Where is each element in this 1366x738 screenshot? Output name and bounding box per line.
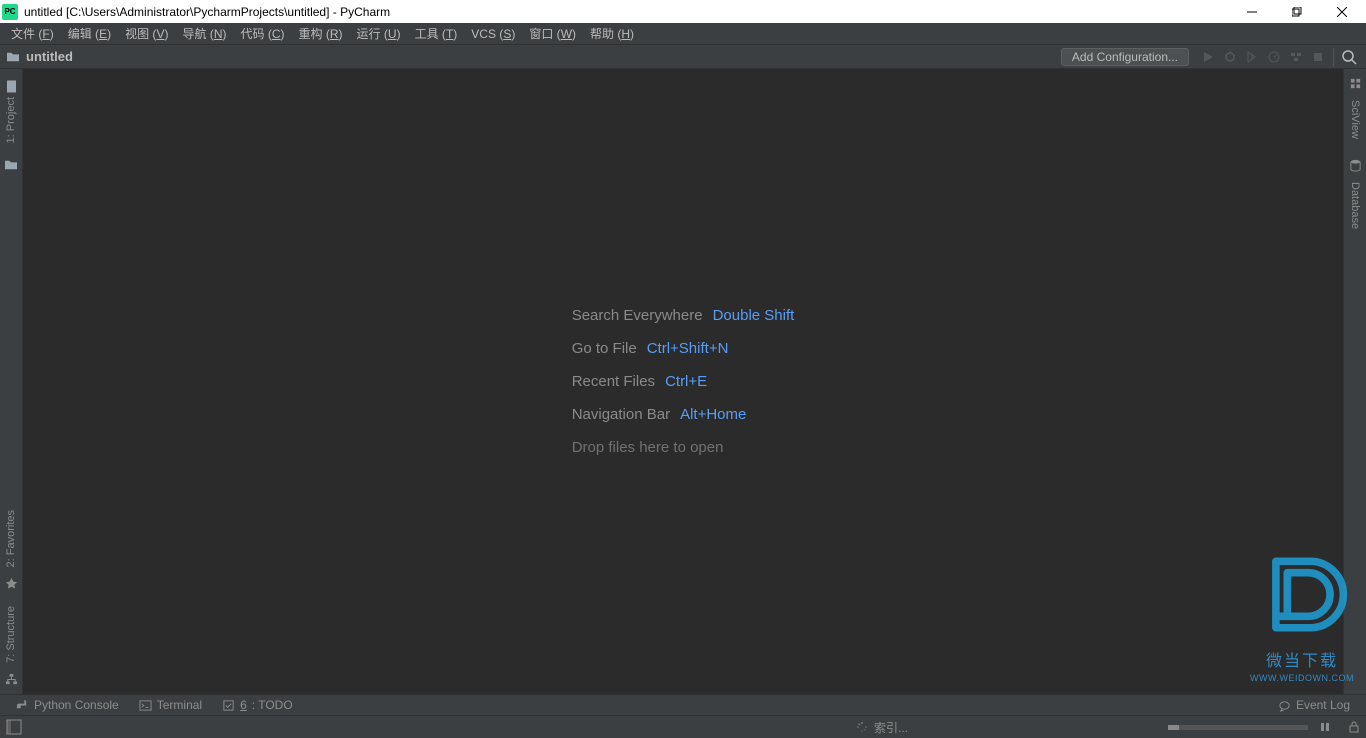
menu-bar: 文件 (F) 编辑 (E) 视图 (V) 导航 (N) 代码 (C) 重构 (R… [0,23,1366,45]
tool-database-label: Database [1349,182,1361,229]
stop-icon[interactable] [1307,46,1329,68]
star-icon [5,577,18,590]
pause-icon[interactable] [1320,722,1330,732]
search-everywhere-icon[interactable] [1338,46,1360,68]
terminal-icon [139,699,152,712]
title-bar: PC untitled [C:\Users\Administrator\Pych… [0,0,1366,23]
minimize-button[interactable] [1229,0,1274,23]
tool-structure[interactable]: 7: Structure [3,600,19,669]
right-tool-stripe: SciView Database [1343,69,1366,694]
todo-icon [222,699,235,712]
run-icon[interactable] [1197,46,1219,68]
tool-favorites-label: 2: Favorites [5,510,17,567]
goto-file-label: Go to File [572,340,637,357]
python-icon [16,699,29,712]
event-log-label: Event Log [1296,698,1350,712]
left-tool-stripe: 1: Project 2: Favorites 7: Structure [0,69,23,694]
progress-fill [1168,725,1179,730]
tool-terminal[interactable]: Terminal [129,698,212,712]
tool-structure-label: 7: Structure [5,606,17,663]
menu-window[interactable]: 窗口 (W) [522,23,583,44]
todo-label: : TODO [252,698,293,712]
menu-view[interactable]: 视图 (V) [118,23,175,44]
search-everywhere-shortcut: Double Shift [713,307,795,324]
python-console-label: Python Console [34,698,119,712]
debug-icon[interactable] [1219,46,1241,68]
run-with-coverage-icon[interactable] [1241,46,1263,68]
menu-refactor[interactable]: 重构 (R) [292,23,350,44]
drop-files-label: Drop files here to open [572,439,795,456]
database-icon [1349,159,1362,172]
recent-files-shortcut: Ctrl+E [665,373,707,390]
lock-icon[interactable] [1348,721,1360,733]
todo-num: 6 [240,698,247,712]
editor-area[interactable]: Search Everywhere Double Shift Go to File… [23,69,1343,694]
goto-file-shortcut: Ctrl+Shift+N [647,340,729,357]
tool-python-console[interactable]: Python Console [6,698,129,712]
search-everywhere-label: Search Everywhere [572,307,703,324]
bottom-tool-stripe: Python Console Terminal 6 : TODO Event Lo… [0,694,1366,715]
window-title: untitled [C:\Users\Administrator\Pycharm… [24,5,1229,19]
add-configuration-button[interactable]: Add Configuration... [1061,48,1189,66]
menu-help[interactable]: 帮助 (H) [583,23,641,44]
menu-file[interactable]: 文件 (F) [4,23,61,44]
structure-icon [5,673,18,686]
navigation-bar-label: Navigation Bar [572,406,670,423]
app-icon: PC [2,4,18,20]
tool-project-label: 1: Project [5,97,17,143]
close-button[interactable] [1319,0,1364,23]
concurrency-icon[interactable] [1285,46,1307,68]
tool-sciview[interactable]: SciView [1347,94,1363,145]
menu-run[interactable]: 运行 (U) [350,23,408,44]
recent-files-label: Recent Files [572,373,655,390]
tool-event-log[interactable]: Event Log [1268,698,1360,712]
tool-todo[interactable]: 6 : TODO [212,698,303,712]
tool-sciview-label: SciView [1349,100,1361,139]
progress-bar[interactable] [1168,725,1308,730]
navigation-bar-shortcut: Alt+Home [680,406,746,423]
menu-edit[interactable]: 编辑 (E) [61,23,118,44]
empty-state: Search Everywhere Double Shift Go to File… [572,291,795,472]
toolbar-separator [1333,48,1334,66]
folder-icon[interactable] [4,159,18,171]
menu-navigate[interactable]: 导航 (N) [175,23,233,44]
maximize-button[interactable] [1274,0,1319,23]
terminal-label: Terminal [157,698,202,712]
folder-icon [6,51,20,63]
status-bar: 索引... [0,715,1366,738]
tool-database[interactable]: Database [1347,176,1363,235]
tool-project[interactable]: 1: Project [2,73,20,149]
project-icon [4,79,18,93]
spinner-icon [856,721,868,733]
menu-code[interactable]: 代码 (C) [233,23,291,44]
tool-favorites[interactable]: 2: Favorites [3,504,19,573]
sciview-icon [1349,77,1362,90]
navigation-bar: untitled Add Configuration... [0,45,1366,69]
event-log-icon [1278,699,1291,712]
profile-icon[interactable] [1263,46,1285,68]
breadcrumb-project[interactable]: untitled [26,49,73,64]
menu-vcs[interactable]: VCS (S) [464,25,522,43]
menu-tools[interactable]: 工具 (T) [408,23,465,44]
tool-windows-toggle-icon[interactable] [6,719,22,735]
status-text: 索引... [874,719,908,736]
